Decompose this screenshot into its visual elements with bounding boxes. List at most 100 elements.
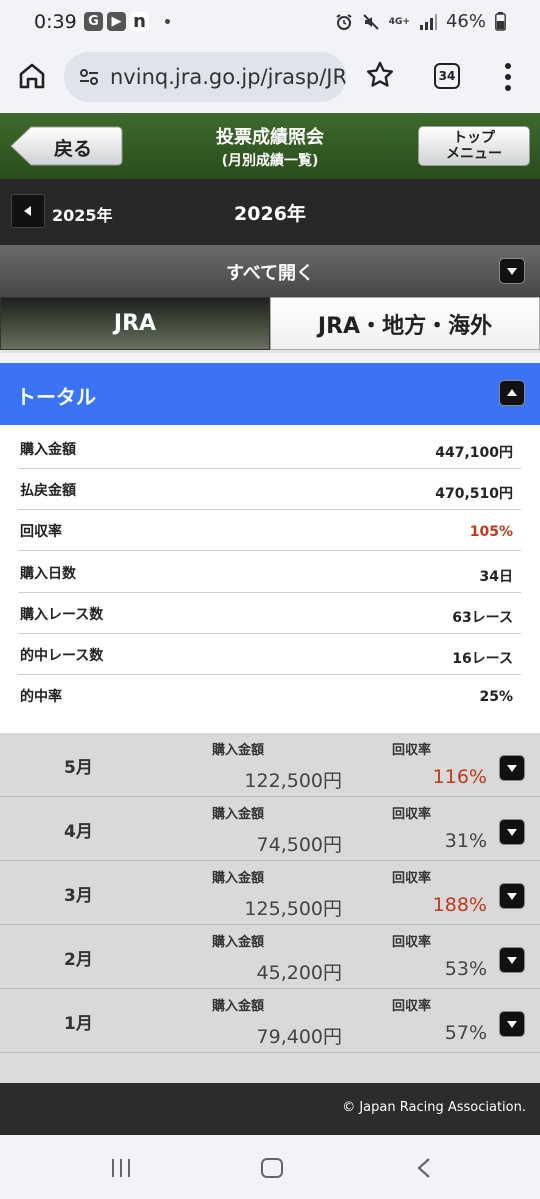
clock: 0:39 (34, 11, 77, 33)
stat-label: 購入金額 (20, 442, 76, 458)
status-bar: 0:39 G ▶ n 4G+ 46% (0, 0, 540, 46)
expand-all-bar[interactable]: すべて開く (0, 245, 540, 297)
home-icon[interactable] (17, 61, 47, 91)
recent-apps-icon[interactable] (110, 1158, 132, 1178)
stat-label: 的中率 (20, 689, 62, 705)
page-title-main: 投票成績照会 (216, 127, 324, 148)
month-label: 5月 (64, 758, 93, 778)
amount-header: 購入金額 (212, 871, 265, 886)
stat-value: 34日 (479, 569, 513, 585)
stat-label: 購入レース数 (20, 607, 104, 623)
bookmark-star-icon[interactable] (366, 61, 394, 89)
triangle-down-icon (507, 957, 517, 964)
alarm-icon (336, 13, 352, 30)
rate-header: 回収率 (392, 935, 432, 950)
mute-icon (363, 13, 379, 30)
page-header: 戻る 投票成績照会 (月別成績一覧) トップ メニュー (0, 113, 540, 179)
stat-value: 105% (469, 524, 513, 540)
stat-row-payout-amount: 払戻金額 470,510円 (18, 469, 521, 510)
notification-icons: G ▶ n (84, 11, 170, 32)
stat-label: 購入日数 (20, 566, 76, 582)
stat-row-purchase-amount: 購入金額 447,100円 (18, 428, 521, 469)
page-subtitle: (月別成績一覧) (221, 153, 319, 169)
monthly-list: 5月 購入金額 回収率 122,500円 116% 4月 購入金額 回収率 74… (0, 733, 540, 1053)
month-expand-toggle[interactable] (499, 755, 525, 781)
month-rate: 116% (432, 766, 487, 788)
footer: © Japan Racing Association. (0, 1083, 540, 1135)
month-expand-toggle[interactable] (499, 947, 525, 973)
month-rate: 188% (432, 894, 487, 916)
venue-tabs: JRA JRA・地方・海外 (0, 297, 540, 353)
triangle-down-icon (507, 765, 517, 772)
signal-icon (419, 13, 437, 30)
address-bar[interactable]: nvinq.jra.go.jp/jrasp/JR (64, 52, 346, 102)
total-section-header[interactable]: トータル (0, 363, 540, 425)
tab-switcher-button[interactable]: 34 (434, 63, 460, 89)
month-row-4[interactable]: 4月 購入金額 回収率 74,500円 31% (0, 797, 540, 861)
month-amount: 125,500円 (244, 898, 342, 920)
rate-header: 回収率 (392, 999, 432, 1014)
network-type: 4G+ (388, 16, 410, 27)
google-app-icon: G (84, 12, 103, 31)
stat-row-purchase-days: 購入日数 34日 (18, 552, 521, 593)
amount-header: 購入金額 (212, 999, 265, 1014)
battery-percent: 46% (445, 11, 486, 32)
browser-toolbar: nvinq.jra.go.jp/jrasp/JR 34 (0, 46, 540, 112)
site-settings-icon[interactable] (78, 66, 100, 88)
battery-icon (495, 12, 506, 31)
top-menu-label-1: トップ (453, 130, 495, 146)
triangle-down-icon (507, 893, 517, 900)
month-row-3[interactable]: 3月 購入金額 回収率 125,500円 188% (0, 861, 540, 925)
home-nav-icon[interactable] (261, 1158, 283, 1178)
more-notifications-dot (165, 19, 170, 24)
month-label: 3月 (64, 886, 93, 906)
month-rate: 31% (444, 830, 487, 852)
current-year: 2026年 (234, 203, 306, 225)
expand-all-toggle[interactable] (499, 258, 525, 284)
stat-label: 的中レース数 (20, 648, 104, 664)
stat-value: 25% (479, 689, 513, 705)
stat-row-hit-races: 的中レース数 16レース (18, 634, 521, 675)
expand-all-label: すべて開く (225, 263, 315, 284)
month-expand-toggle[interactable] (499, 883, 525, 909)
stat-value: 470,510円 (435, 486, 513, 502)
top-menu-button[interactable]: トップ メニュー (418, 126, 530, 166)
amount-header: 購入金額 (212, 935, 265, 950)
amount-header: 購入金額 (212, 807, 265, 822)
stat-row-recovery-rate: 回収率 105% (18, 510, 521, 551)
tab-jra-local-overseas[interactable]: JRA・地方・海外 (270, 297, 540, 350)
rate-header: 回収率 (392, 871, 432, 886)
month-rate: 53% (444, 958, 487, 980)
stat-value: 63レース (452, 610, 513, 626)
month-row-2[interactable]: 2月 購入金額 回収率 45,200円 53% (0, 925, 540, 989)
page-title: 投票成績照会 (月別成績一覧) (140, 123, 400, 170)
back-nav-icon[interactable] (416, 1157, 432, 1179)
stat-label: 回収率 (20, 524, 62, 540)
stat-value: 16レース (452, 651, 513, 667)
browser-menu-icon[interactable] (503, 63, 513, 91)
stat-value: 447,100円 (435, 445, 513, 461)
url-text: nvinq.jra.go.jp/jrasp/JR (110, 65, 346, 89)
total-collapse-toggle[interactable] (499, 380, 525, 406)
content-spacer (0, 1053, 540, 1083)
back-button[interactable]: 戻る (10, 126, 123, 166)
year-navigation: 2025年 2026年 (0, 179, 540, 245)
triangle-down-icon (507, 1021, 517, 1028)
month-rate: 57% (444, 1022, 487, 1044)
copyright-text: © Japan Racing Association. (342, 1100, 526, 1115)
system-navigation-bar (0, 1135, 540, 1199)
tab-jra[interactable]: JRA (0, 297, 270, 350)
month-label: 4月 (64, 822, 93, 842)
stat-row-hit-rate: 的中率 25% (18, 675, 521, 716)
stat-label: 払戻金額 (20, 483, 76, 499)
rate-header: 回収率 (392, 743, 432, 758)
stat-row-purchase-races: 購入レース数 63レース (18, 593, 521, 634)
month-label: 1月 (64, 1014, 93, 1034)
month-amount: 45,200円 (256, 962, 342, 984)
month-row-1[interactable]: 1月 購入金額 回収率 79,400円 57% (0, 989, 540, 1053)
system-icons: 4G+ 46% (335, 11, 506, 32)
month-expand-toggle[interactable] (499, 1011, 525, 1037)
month-expand-toggle[interactable] (499, 819, 525, 845)
month-label: 2月 (64, 950, 93, 970)
month-row-5[interactable]: 5月 購入金額 回収率 122,500円 116% (0, 733, 540, 797)
